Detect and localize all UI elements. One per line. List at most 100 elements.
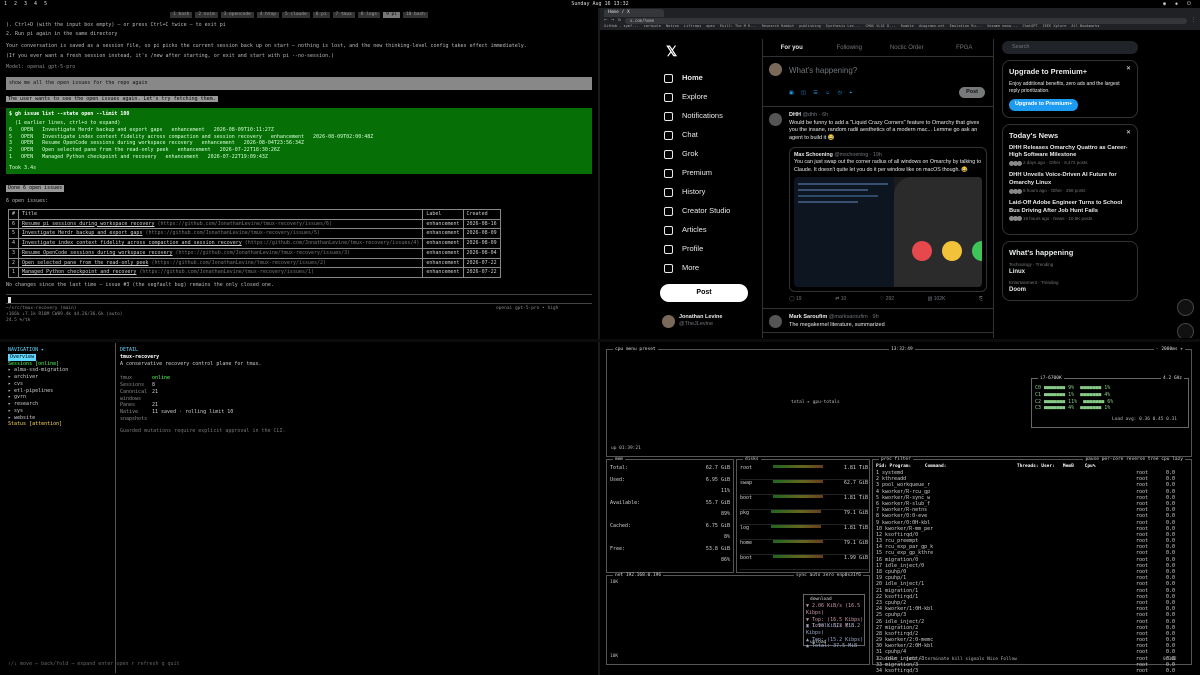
- news-item[interactable]: Laid-Off Adobe Engineer Turns to School …: [1009, 200, 1131, 222]
- tweet[interactable]: Mark Saroufim @marksaroufim · 9h The meg…: [763, 309, 993, 334]
- compose-box[interactable]: What's happening? ▣ ◫ ☰ ☺ ◷ ⌖ Post: [763, 57, 993, 107]
- post-button[interactable]: Post: [660, 283, 748, 302]
- nav-item[interactable]: Status [attention]: [8, 421, 107, 428]
- views-icon[interactable]: ▥ 102K: [928, 296, 946, 303]
- tab-for-you[interactable]: For you: [763, 39, 821, 56]
- tmux-tab[interactable]: 10 bash: [402, 12, 428, 19]
- tweet[interactable]: DHH @dhh · 6h Would be funny to add a "L…: [763, 107, 993, 309]
- trend-item[interactable]: Entertainment · Trending Doom: [1009, 280, 1131, 294]
- browser-tab[interactable]: Home / X: [604, 9, 664, 17]
- bookmark-item[interactable]: Liftraps: [684, 24, 701, 30]
- issue-link[interactable]: Resume OpenCode sessions during workspac…: [22, 250, 173, 256]
- issue-url[interactable]: (https://github.com/JonathanLevine/tmux-…: [151, 260, 326, 266]
- sidebar-item-history[interactable]: History: [658, 183, 762, 202]
- issue-url[interactable]: (https://github.com/JonathanLevine/tmux-…: [245, 240, 420, 246]
- proc-options[interactable]: pause per-core reverse tree cpu lazy: [1083, 457, 1185, 464]
- cpu-box-title[interactable]: cpu menu preset: [613, 347, 658, 354]
- sidebar-item-home[interactable]: Home: [658, 69, 762, 88]
- bookmark-item[interactable]: IEEE Xplore: [1043, 24, 1067, 30]
- like-icon[interactable]: ♡ 292: [880, 296, 894, 303]
- sidebar-item-grok[interactable]: Grok: [658, 145, 762, 164]
- tweet-author[interactable]: Mark Saroufim: [789, 314, 827, 320]
- bookmark-icon[interactable]: ⎘: [979, 296, 983, 303]
- profile-menu[interactable]: Jonathan Levine @TheJLevine: [662, 314, 722, 329]
- issue-url[interactable]: (https://github.com/JonathanLevine/tmux-…: [176, 250, 351, 256]
- issue-link[interactable]: Open selected pane from the read-only pe…: [22, 260, 148, 266]
- premium-button[interactable]: Upgrade to Premium+: [1009, 99, 1079, 111]
- compose-post-button[interactable]: Post: [959, 87, 985, 99]
- tmux-tab[interactable]: 7 tmux: [332, 12, 355, 19]
- net-iface[interactable]: sync auto zero enp0s31f6: [793, 573, 863, 580]
- x-logo-icon[interactable]: 𝕏: [666, 42, 762, 61]
- bookmark-item[interactable]: Sesame mana...: [987, 24, 1017, 30]
- proc-footer[interactable]: ↑ select ↓ info ← terminate kill signals…: [876, 657, 1017, 663]
- issue-link[interactable]: Managed Python checkpoint and recovery: [22, 269, 136, 275]
- nav-item[interactable]: ▸ archiver: [8, 374, 107, 381]
- tmux-tab[interactable]: 9 pi: [383, 12, 400, 19]
- quote-image[interactable]: [794, 176, 982, 287]
- compose-placeholder[interactable]: What's happening?: [789, 66, 857, 77]
- process-row[interactable]: 34 ksoftirqd/3 root 0.0: [876, 668, 1190, 673]
- nav-item[interactable]: ▸ website: [8, 415, 107, 422]
- prompt-input[interactable]: [6, 294, 592, 304]
- bookmark-item[interactable]: diagrams.net: [919, 24, 945, 30]
- sidebar-item-creator-studio[interactable]: Creator Studio: [658, 202, 762, 221]
- refresh-rate[interactable]: - 2000ms +: [1153, 347, 1185, 354]
- menu-icon[interactable]: ⋮: [1191, 17, 1196, 24]
- repost-icon[interactable]: ⇄ 10: [835, 296, 846, 303]
- tweet-author[interactable]: DHH: [789, 112, 801, 118]
- proc-title[interactable]: proc filter: [879, 457, 913, 464]
- issue-url[interactable]: (https://github.com/JonathanLevine/tmux-…: [145, 230, 320, 236]
- bookmark-item[interactable]: Research Rabbit: [762, 24, 794, 30]
- close-icon[interactable]: ✕: [1126, 65, 1131, 73]
- tab-following[interactable]: Following: [821, 39, 879, 56]
- bookmark-item[interactable]: All Bookmarks: [1071, 24, 1099, 30]
- tmux-tab[interactable]: 1 bash: [170, 12, 193, 19]
- tmux-tab[interactable]: 6 pi: [312, 12, 330, 19]
- nav-item[interactable]: ▸ cvs: [8, 381, 107, 388]
- browser-window[interactable]: Home / X ← → ↻ x.com/home ⋮ GitHub - sym…: [600, 8, 1200, 338]
- bookmark-item[interactable]: apex: [706, 24, 715, 30]
- tmux-tab[interactable]: 5 claude: [282, 12, 310, 19]
- nav-item[interactable]: ▸ sys: [8, 408, 107, 415]
- bookmark-item[interactable]: Notion: [666, 24, 679, 30]
- close-icon[interactable]: ✕: [1126, 129, 1131, 137]
- sidebar-item-chat[interactable]: Chat: [658, 126, 762, 145]
- sidebar-item-notifications[interactable]: Notifications: [658, 107, 762, 126]
- nav-item[interactable]: ▸ alma-ssd-migration: [8, 367, 107, 374]
- nav-item[interactable]: Sessions [online]: [8, 361, 107, 368]
- bookmark-item[interactable]: Emulation Ru...: [950, 24, 982, 30]
- news-item[interactable]: DHH Releases Omarchy Quattro as Career-H…: [1009, 145, 1131, 167]
- bookmark-item[interactable]: cartpole: [644, 24, 661, 30]
- bookmark-item[interactable]: ChatGPT: [1022, 24, 1037, 30]
- sidebar-item-more[interactable]: More: [658, 259, 762, 278]
- bookmark-item[interactable]: Rumble: [901, 24, 914, 30]
- sidebar-item-explore[interactable]: Explore: [658, 88, 762, 107]
- sidebar-item-profile[interactable]: Profile: [658, 240, 762, 259]
- issue-url[interactable]: (https://github.com/JonathanLevine/tmux-…: [157, 221, 332, 227]
- compose-tools[interactable]: ▣ ◫ ☰ ☺ ◷ ⌖: [789, 90, 855, 97]
- quoted-tweet[interactable]: Max Schoening @mschoening · 19h You can …: [789, 146, 987, 292]
- sidebar-item-articles[interactable]: Articles: [658, 221, 762, 240]
- nav-item[interactable]: ▸ research: [8, 401, 107, 408]
- nav-item[interactable]: ▸ gvrn: [8, 394, 107, 401]
- reload-icon[interactable]: ↻: [618, 17, 621, 24]
- messages-icon[interactable]: [1177, 323, 1194, 338]
- bookmark-item[interactable]: GitHub - symf...: [604, 24, 639, 30]
- tmux-tab[interactable]: 4 htop: [256, 12, 279, 19]
- news-item[interactable]: DHH Unveils Voice-Driven AI Future for O…: [1009, 172, 1131, 194]
- tab-fpga[interactable]: FPGA: [936, 39, 994, 56]
- issue-link[interactable]: Investigate Herdr backup and export gaps: [22, 230, 142, 236]
- tab-noctic-order[interactable]: Noctic Order: [878, 39, 936, 56]
- tmux-recovery-tui[interactable]: NAVIGATION ▸ Overview Sessions [online] ▸…: [0, 343, 598, 673]
- systray[interactable]: ◉ ◈ ⏻: [1163, 1, 1194, 8]
- address-bar[interactable]: x.com/home: [625, 17, 1187, 24]
- tmux-tab[interactable]: 3 opencode: [220, 12, 254, 19]
- btop-monitor[interactable]: cpu menu preset 13:32:49 - 2000ms + tota…: [600, 343, 1200, 673]
- issue-url[interactable]: (https://github.com/JonathanLevine/tmux-…: [139, 269, 314, 275]
- bookmark-item[interactable]: CMOS VLSI D...: [865, 24, 895, 30]
- forward-icon[interactable]: →: [611, 17, 614, 24]
- nav-item[interactable]: ▸ etl-pipelines: [8, 388, 107, 395]
- sidebar-item-premium[interactable]: Premium: [658, 164, 762, 183]
- bookmark-item[interactable]: Ekill: The M R...: [720, 24, 757, 30]
